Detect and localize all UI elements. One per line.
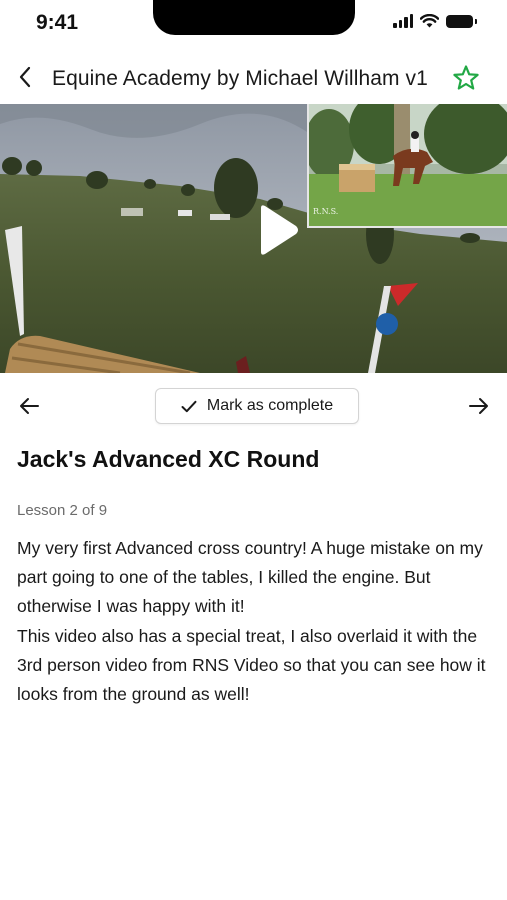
arrow-left-icon: [20, 398, 39, 414]
status-bar: 9:41: [0, 0, 507, 48]
device-notch: [153, 0, 355, 35]
wifi-icon: [420, 14, 439, 28]
pip-watermark: R.N.S.: [313, 207, 339, 216]
status-icons: [393, 14, 477, 28]
favorite-button[interactable]: [452, 64, 480, 92]
cellular-signal-icon: [393, 14, 413, 28]
lesson-paragraph: This video also has a special treat, I a…: [17, 625, 486, 705]
video-player[interactable]: R.N.S.: [0, 104, 507, 373]
mark-complete-button[interactable]: Mark as complete: [155, 388, 359, 424]
chevron-left-icon: [19, 66, 31, 88]
nav-header: Equine Academy by Michael Willham v1: [0, 56, 507, 102]
play-icon: [261, 205, 298, 255]
course-title: Equine Academy by Michael Willham v1: [52, 67, 428, 90]
star-outline-icon: [453, 65, 479, 90]
battery-icon: [446, 14, 477, 28]
play-button[interactable]: [254, 202, 302, 258]
lesson-description: My very first Advanced cross country! A …: [17, 534, 495, 709]
status-time: 9:41: [36, 11, 79, 34]
checkmark-icon: [181, 400, 197, 412]
lesson-progress: Lesson 2 of 9: [17, 502, 108, 519]
lesson-controls: Mark as complete: [0, 386, 507, 426]
previous-lesson-button[interactable]: [14, 391, 44, 421]
lesson-title: Jack's Advanced XC Round: [17, 446, 320, 472]
lesson-paragraph: My very first Advanced cross country! A …: [17, 538, 483, 617]
picture-in-picture-video: R.N.S.: [307, 104, 507, 228]
mark-complete-label: Mark as complete: [206, 397, 334, 414]
back-button[interactable]: [10, 60, 40, 94]
next-lesson-button[interactable]: [464, 391, 494, 421]
arrow-right-icon: [469, 398, 488, 414]
pip-frame: [309, 104, 507, 226]
